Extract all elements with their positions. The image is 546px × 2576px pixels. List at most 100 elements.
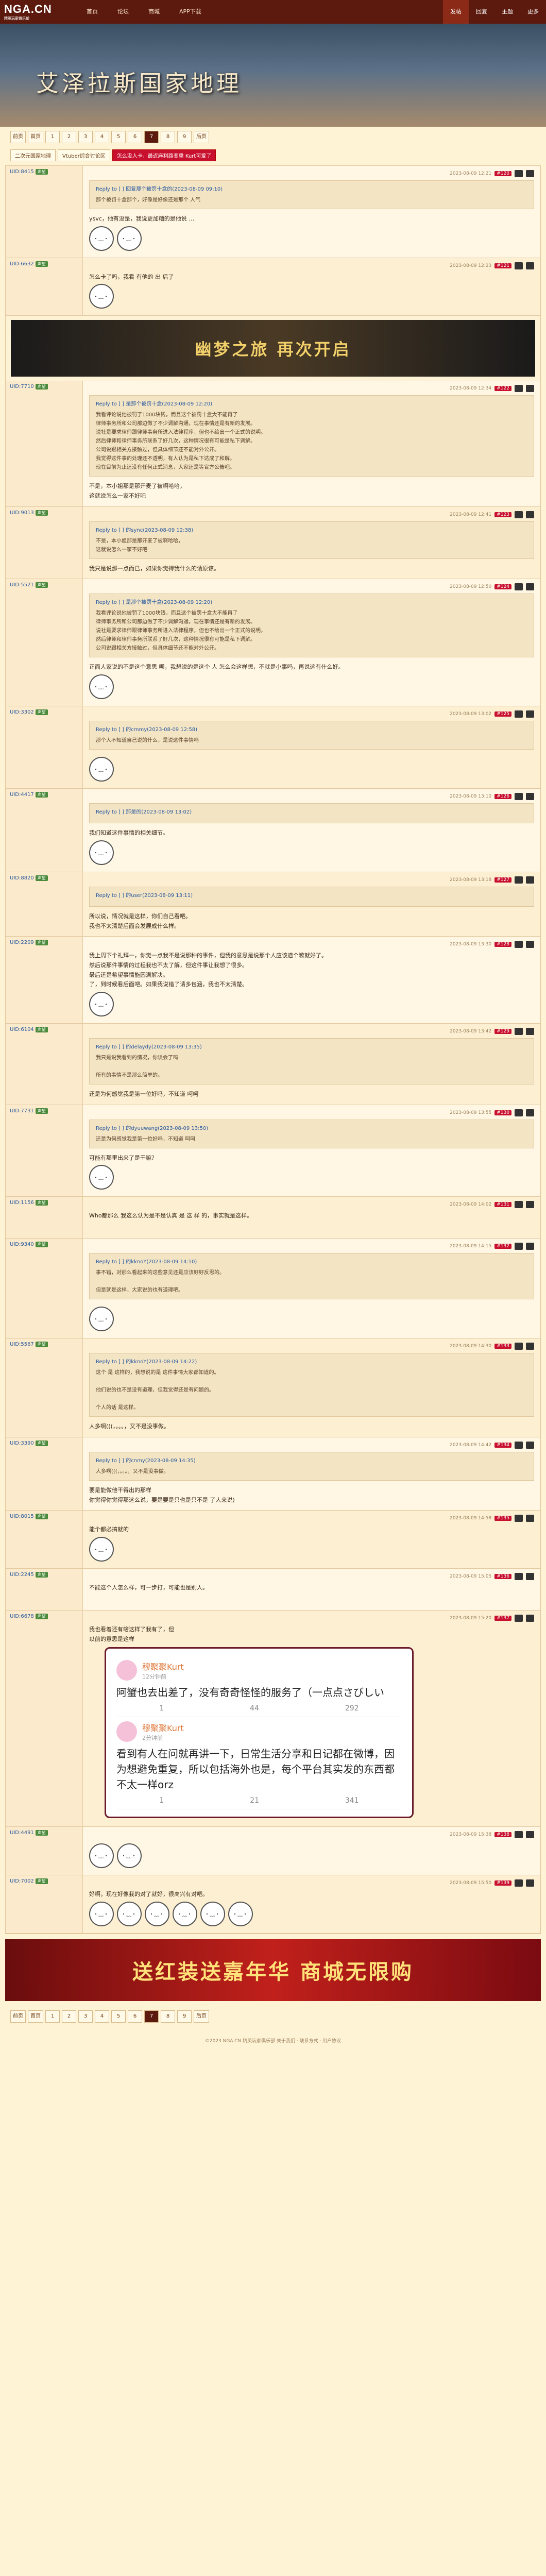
author-name[interactable]: UID:3302 声望	[10, 709, 78, 716]
author-uid[interactable]: UID:6678	[10, 1614, 34, 1619]
author-uid[interactable]: UID:4417	[10, 792, 34, 798]
more-icon[interactable]	[526, 1243, 534, 1250]
ad-bottom[interactable]: 送红装送嘉年华 商城无限购	[5, 1939, 541, 2002]
more-icon[interactable]	[526, 1573, 534, 1581]
page-link[interactable]: 8	[161, 2010, 175, 2023]
page-link[interactable]: 5	[111, 131, 126, 143]
topnav-item[interactable]: APP下载	[170, 0, 211, 24]
author-name[interactable]: UID:5521 声望	[10, 582, 78, 588]
page-link[interactable]: 4	[95, 131, 109, 143]
reply-icon[interactable]	[515, 262, 523, 269]
author-uid[interactable]: UID:9013	[10, 510, 34, 516]
topnav-item[interactable]: 商城	[139, 0, 169, 24]
author-uid[interactable]: UID:4491	[10, 1830, 34, 1836]
floor-number[interactable]: #124	[494, 584, 511, 590]
author-name[interactable]: UID:8820 声望	[10, 875, 78, 881]
floor-number[interactable]: #131	[494, 1202, 511, 1208]
author-name[interactable]: UID:7731 声望	[10, 1108, 78, 1114]
page-link[interactable]: 后页	[194, 2010, 209, 2023]
author-uid[interactable]: UID:6632	[10, 261, 34, 267]
page-link[interactable]: 前页	[10, 131, 26, 143]
floor-number[interactable]: #130	[494, 1110, 511, 1115]
floor-number[interactable]: #133	[494, 1344, 511, 1349]
author-name[interactable]: UID:8015 声望	[10, 1514, 78, 1520]
author-name[interactable]: UID:3390 声望	[10, 1440, 78, 1446]
author-uid[interactable]: UID:7710	[10, 384, 34, 389]
author-name[interactable]: UID:6632 声望	[10, 261, 78, 267]
author-name[interactable]: UID:4491 声望	[10, 1830, 78, 1836]
top-action-3[interactable]: 更多	[520, 0, 546, 24]
page-link[interactable]: 5	[111, 2010, 126, 2023]
author-name[interactable]: UID:9340 声望	[10, 1242, 78, 1248]
floor-number[interactable]: #122	[494, 386, 511, 392]
reply-icon[interactable]	[515, 1201, 523, 1209]
author-uid[interactable]: UID:8415	[10, 169, 34, 175]
reply-icon[interactable]	[515, 876, 523, 884]
author-name[interactable]: UID:6678 声望	[10, 1614, 78, 1620]
top-action-2[interactable]: 主题	[494, 0, 520, 24]
page-link[interactable]: 6	[128, 2010, 142, 2023]
reply-icon[interactable]	[515, 1442, 523, 1449]
more-icon[interactable]	[526, 385, 534, 393]
top-action-0[interactable]: 发帖	[443, 0, 469, 24]
page-link[interactable]: 1	[45, 2010, 60, 2023]
author-name[interactable]: UID:9013 声望	[10, 510, 78, 516]
reply-icon[interactable]	[515, 1879, 523, 1887]
reply-icon[interactable]	[515, 710, 523, 718]
topnav-item[interactable]: 首页	[77, 0, 107, 24]
more-icon[interactable]	[526, 1201, 534, 1209]
reply-icon[interactable]	[515, 1515, 523, 1522]
more-icon[interactable]	[526, 1109, 534, 1116]
breadcrumb-item[interactable]: Vtuber综合讨论区	[58, 149, 110, 161]
reply-icon[interactable]	[515, 793, 523, 801]
floor-number[interactable]: #129	[494, 1028, 511, 1034]
top-action-1[interactable]: 回复	[469, 0, 494, 24]
page-link[interactable]: 7	[144, 2010, 159, 2023]
breadcrumb-item[interactable]: 二次元国家地理	[10, 149, 56, 161]
page-link[interactable]: 前页	[10, 2010, 26, 2023]
page-link[interactable]: 9	[177, 2010, 192, 2023]
page-link[interactable]: 7	[144, 131, 159, 143]
more-icon[interactable]	[526, 511, 534, 518]
author-uid[interactable]: UID:3302	[10, 709, 34, 715]
reply-icon[interactable]	[515, 170, 523, 177]
reply-icon[interactable]	[515, 1243, 523, 1250]
author-name[interactable]: UID:7710 声望	[10, 384, 78, 390]
author-uid[interactable]: UID:8015	[10, 1514, 34, 1519]
reply-icon[interactable]	[515, 1109, 523, 1116]
floor-number[interactable]: #123	[494, 512, 511, 517]
page-link[interactable]: 后页	[194, 131, 209, 143]
reply-icon[interactable]	[515, 1027, 523, 1035]
floor-number[interactable]: #127	[494, 877, 511, 883]
page-link[interactable]: 9	[177, 131, 192, 143]
ad-top[interactable]: 幽梦之旅 再次开启	[11, 320, 535, 377]
more-icon[interactable]	[526, 1442, 534, 1449]
author-uid[interactable]: UID:1156	[10, 1200, 34, 1206]
author-name[interactable]: UID:2209 声望	[10, 940, 78, 946]
more-icon[interactable]	[526, 1615, 534, 1622]
page-link[interactable]: 2	[62, 2010, 76, 2023]
author-uid[interactable]: UID:2209	[10, 940, 34, 945]
author-uid[interactable]: UID:7002	[10, 1878, 34, 1884]
page-link[interactable]: 3	[78, 2010, 93, 2023]
reply-icon[interactable]	[515, 511, 523, 518]
floor-number[interactable]: #139	[494, 1880, 511, 1886]
more-icon[interactable]	[526, 941, 534, 948]
more-icon[interactable]	[526, 793, 534, 801]
floor-number[interactable]: #137	[494, 1616, 511, 1621]
reply-icon[interactable]	[515, 1615, 523, 1622]
author-name[interactable]: UID:6104 声望	[10, 1026, 78, 1032]
author-name[interactable]: UID:4417 声望	[10, 792, 78, 798]
floor-number[interactable]: #132	[494, 1244, 511, 1249]
reply-icon[interactable]	[515, 1573, 523, 1581]
author-uid[interactable]: UID:3390	[10, 1440, 34, 1446]
more-icon[interactable]	[526, 1515, 534, 1522]
page-link[interactable]: 6	[128, 131, 142, 143]
floor-number[interactable]: #126	[494, 794, 511, 800]
author-uid[interactable]: UID:8820	[10, 875, 34, 881]
page-link[interactable]: 4	[95, 2010, 109, 2023]
more-icon[interactable]	[526, 1831, 534, 1839]
page-link[interactable]: 首页	[28, 2010, 43, 2023]
breadcrumb-item[interactable]: 怎么没人卡，最近麻利路变重 Kurt可爱了	[112, 149, 216, 161]
author-uid[interactable]: UID:2245	[10, 1572, 34, 1578]
